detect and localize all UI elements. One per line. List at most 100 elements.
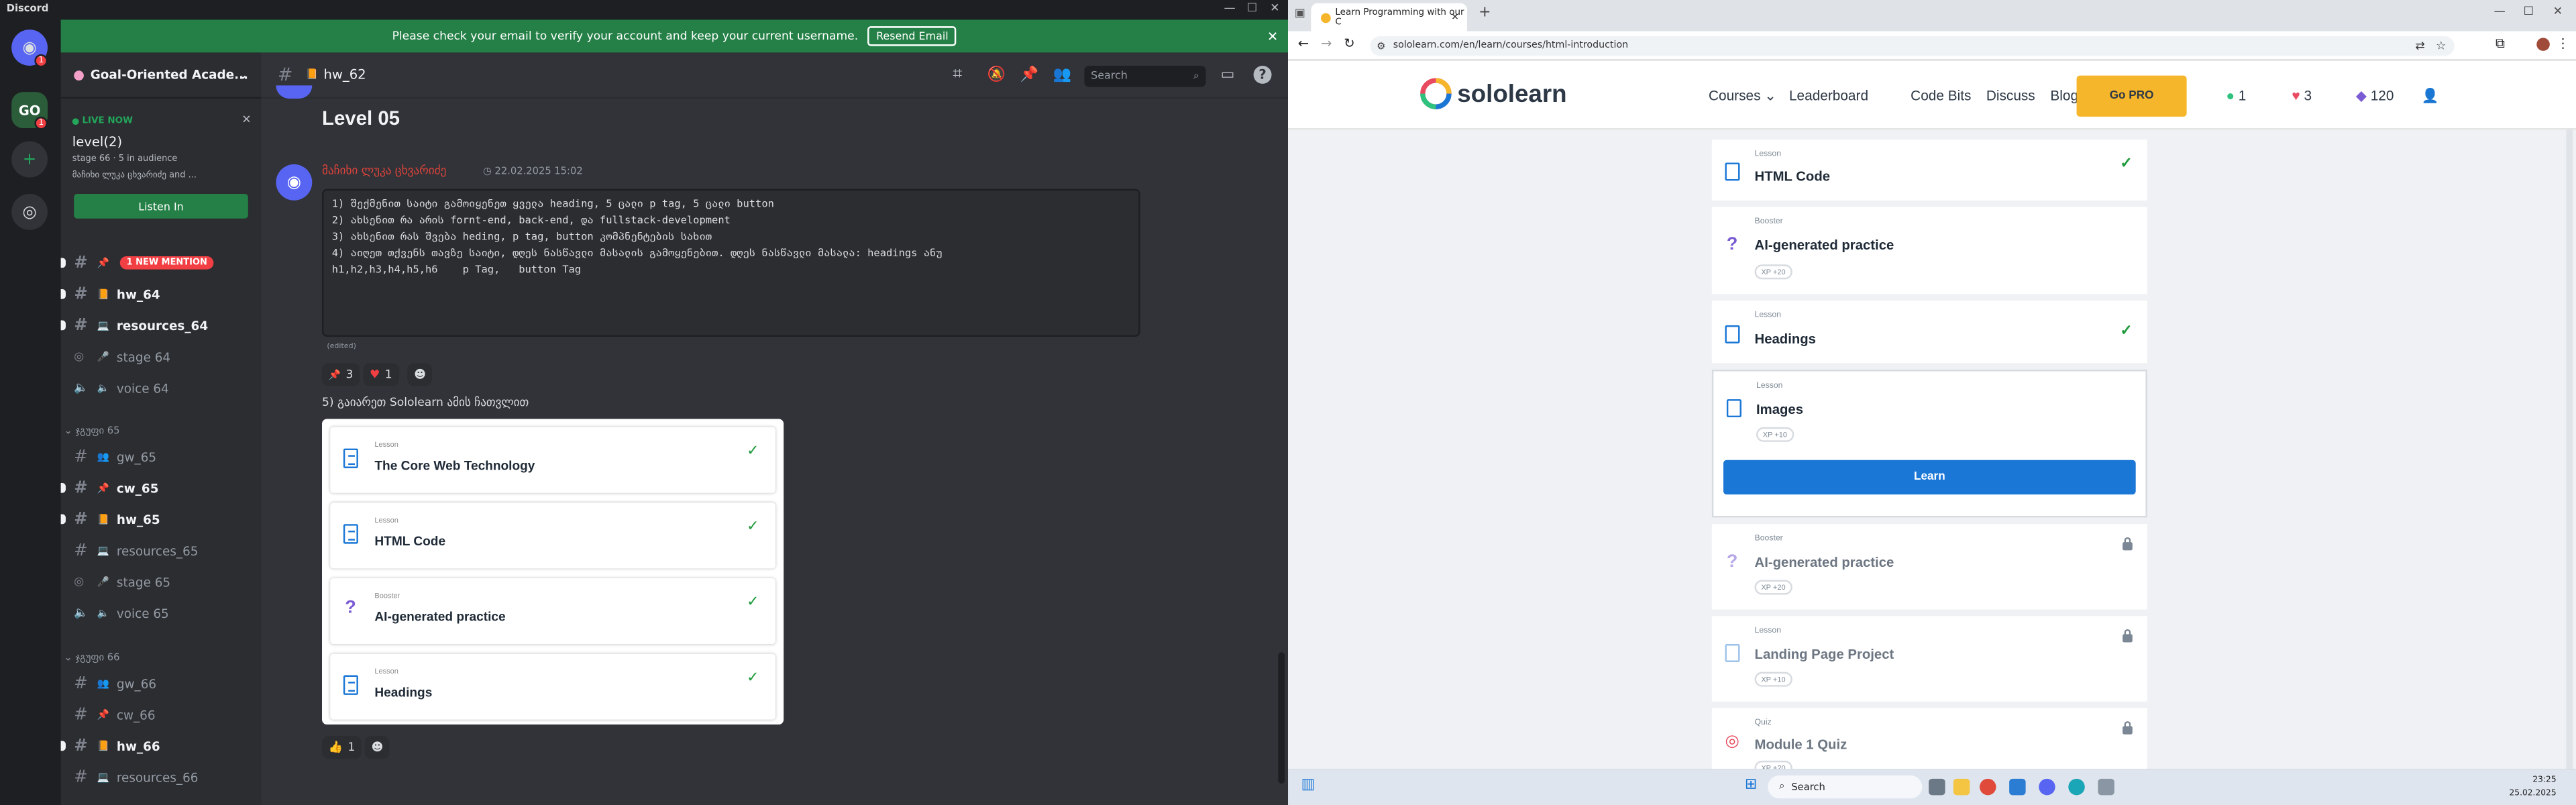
help-icon[interactable]: ? (1253, 65, 1272, 84)
booster-card[interactable]: ? Booster AI-generated practice XP +20 (1711, 207, 2147, 294)
nav-courses[interactable]: Courses ⌄ (1709, 87, 1776, 105)
channel-gw-65[interactable]: # 👥 gw_65 (61, 443, 262, 470)
channel-hw-64[interactable]: # 📙 hw_64 (60, 281, 262, 307)
hearts-counter[interactable]: ♥ 3 (2292, 87, 2312, 103)
profile-icon[interactable]: 👤 (2422, 87, 2439, 105)
resend-email-button[interactable]: Resend Email (867, 26, 957, 46)
kebab-menu-icon[interactable]: ⋮ (2557, 36, 2570, 51)
author-name[interactable]: მაჩიხი ლუკა ცხვარიძე (322, 164, 446, 178)
snipping-tool-icon[interactable] (2098, 778, 2114, 796)
widgets-icon[interactable]: ▥ (1301, 777, 1316, 793)
reload-icon[interactable]: ↻ (1344, 36, 1354, 51)
threads-icon[interactable]: ⌗ (953, 66, 962, 84)
profile-avatar[interactable] (2536, 38, 2550, 51)
booster-card-locked[interactable]: ? Booster AI-generated practice XP +20 (1711, 524, 2147, 610)
translate-icon[interactable]: ⇄ (2415, 40, 2424, 53)
add-reaction-button[interactable]: ☻ (364, 736, 390, 759)
close-banner-icon[interactable]: ✕ (1267, 29, 1278, 44)
channel-resources-65[interactable]: # 💻 resources_65 (61, 537, 262, 564)
computer-icon: 💻 (97, 544, 109, 556)
task-view-icon[interactable] (1929, 778, 1945, 796)
gem-icon: ◆ (2355, 87, 2367, 104)
search-input[interactable]: Search ⌕ (1084, 65, 1206, 87)
clock[interactable]: 23:25 25.02.2025 (2510, 773, 2557, 800)
channel-voice-65[interactable]: 🔈 🔈 voice 65 (61, 600, 262, 626)
listen-in-button[interactable]: Listen In (74, 193, 248, 219)
maximize-icon[interactable]: ☐ (2524, 5, 2534, 18)
channel-cw-66[interactable]: # 📌 cw_66 (61, 702, 262, 728)
live-badge-text: LIVE NOW (82, 116, 133, 127)
channel-resources-66[interactable]: # 💻 resources_66 (61, 764, 262, 790)
members-icon[interactable]: 👥 (1053, 66, 1071, 83)
author-avatar[interactable]: ◉ (276, 164, 313, 201)
new-tab-icon[interactable]: + (1479, 5, 1491, 21)
go-pro-button[interactable]: Go PRO (2076, 75, 2187, 117)
pin-icon[interactable]: 📌 (1020, 66, 1038, 83)
close-icon[interactable]: ✕ (2553, 5, 2563, 18)
sololearn-screenshot-embed[interactable]: Lesson The Core Web Technology ✓ Lesson HTM… (322, 419, 784, 725)
tab-list-icon[interactable]: ▣ (1295, 7, 1305, 20)
minimize-icon[interactable]: — (2494, 5, 2506, 18)
learn-button[interactable]: Learn (1723, 460, 2136, 495)
reaction-pin[interactable]: 📌 3 (322, 363, 360, 386)
back-icon[interactable]: ← (1298, 36, 1309, 51)
channel-resources-64[interactable]: # 💻 resources_64 (60, 312, 262, 338)
nav-blog[interactable]: Blog (2050, 87, 2078, 103)
card-title: HTML Code (1754, 167, 1831, 184)
channel-stage-65[interactable]: ◎ 🎤 stage 65 (61, 568, 262, 594)
current-lesson-card[interactable]: Lesson Images XP +10 Learn (1711, 370, 2147, 518)
minimize-icon[interactable]: — (1224, 1, 1236, 15)
forward-icon[interactable]: → (1321, 36, 1332, 51)
reaction-heart[interactable]: ♥ 1 (363, 363, 399, 386)
channel-gw-66[interactable]: # 👥 gw_66 (61, 670, 262, 696)
tab-sololearn[interactable]: Learn Programming with our C ✕ (1311, 3, 1467, 32)
maximize-icon[interactable]: ☐ (1247, 1, 1257, 15)
channel-cw-65[interactable]: # 📌 cw_65 (60, 475, 262, 501)
category-66[interactable]: ⌄ ჯგუფი 66 (64, 652, 120, 663)
channel-hw-65[interactable]: # 📙 hw_65 (60, 506, 262, 532)
mute-bell-icon[interactable]: 🔕 (987, 66, 1006, 83)
channel-hw-66[interactable]: # 📙 hw_66 (60, 733, 262, 759)
nav-leaderboard[interactable]: Leaderboard (1789, 87, 1868, 103)
file-explorer-icon[interactable] (1953, 778, 1970, 796)
url-field[interactable]: ⚙ sololearn.com/en/learn/courses/html-in… (1370, 36, 2455, 56)
sololearn-logo[interactable]: sololearn (1419, 77, 1567, 110)
nav-discuss[interactable]: Discuss (1986, 87, 2035, 103)
check-icon: ✓ (2120, 154, 2133, 171)
close-tab-icon[interactable]: ✕ (1451, 12, 1458, 22)
channel-voice-64[interactable]: 🔈 🔈 voice 64 (61, 374, 262, 400)
lesson-card[interactable]: Lesson Headings ✓ (1711, 301, 2147, 364)
explore-icon[interactable]: ◎ (11, 193, 48, 230)
add-reaction-button[interactable]: ☻ (407, 363, 433, 386)
card-title: AI-generated practice (1754, 553, 1894, 570)
bookmark-star-icon[interactable]: ☆ (2436, 40, 2446, 53)
category-65[interactable]: ⌄ ჯგუფი 65 (64, 425, 120, 437)
scrollbar[interactable] (1278, 652, 1285, 784)
chrome-icon[interactable] (1980, 778, 1996, 796)
streak-counter[interactable]: ● 1 (2226, 87, 2246, 103)
reaction-thumbs-up[interactable]: 👍 1 (322, 736, 362, 759)
quiz-card-locked[interactable]: ◎ Quiz Module 1 Quiz XP +20 (1711, 708, 2147, 769)
chevron-down-icon: ⌄ (1764, 87, 1776, 104)
close-icon[interactable]: ✕ (241, 113, 251, 127)
xp-badge: XP +20 (1754, 264, 1792, 280)
inbox-icon[interactable]: ▭ (1221, 66, 1235, 83)
channel-stage-64[interactable]: ◎ 🎤 stage 64 (61, 343, 262, 370)
taskbar-search[interactable]: ⌕ Search (1768, 775, 1923, 799)
vscode-icon[interactable] (2009, 778, 2026, 796)
question-icon: ? (345, 598, 356, 618)
server-header[interactable]: Goal-Oriented Acade... ⌄ (60, 52, 262, 99)
nav-code-bits[interactable]: Code Bits (1911, 87, 1971, 103)
project-card-locked[interactable]: Lesson Landing Page Project XP +10 (1711, 616, 2147, 702)
lesson-card[interactable]: Lesson HTML Code ✓ (1711, 140, 2147, 201)
channel-mention[interactable]: # 📌 1 NEW MENTION (60, 250, 262, 276)
edge-icon[interactable] (2068, 778, 2085, 796)
page-scrollbar[interactable] (2566, 129, 2573, 769)
extensions-icon[interactable]: ⧉ (2496, 36, 2505, 52)
smiley-icon: ☻ (414, 368, 427, 382)
discord-icon[interactable] (2039, 778, 2055, 796)
close-icon[interactable]: ✕ (1270, 1, 1279, 15)
windows-start-icon[interactable]: ⊞ (1745, 777, 1757, 793)
add-server-icon[interactable]: + (11, 141, 48, 178)
gems-counter[interactable]: ◆ 120 (2356, 87, 2394, 105)
